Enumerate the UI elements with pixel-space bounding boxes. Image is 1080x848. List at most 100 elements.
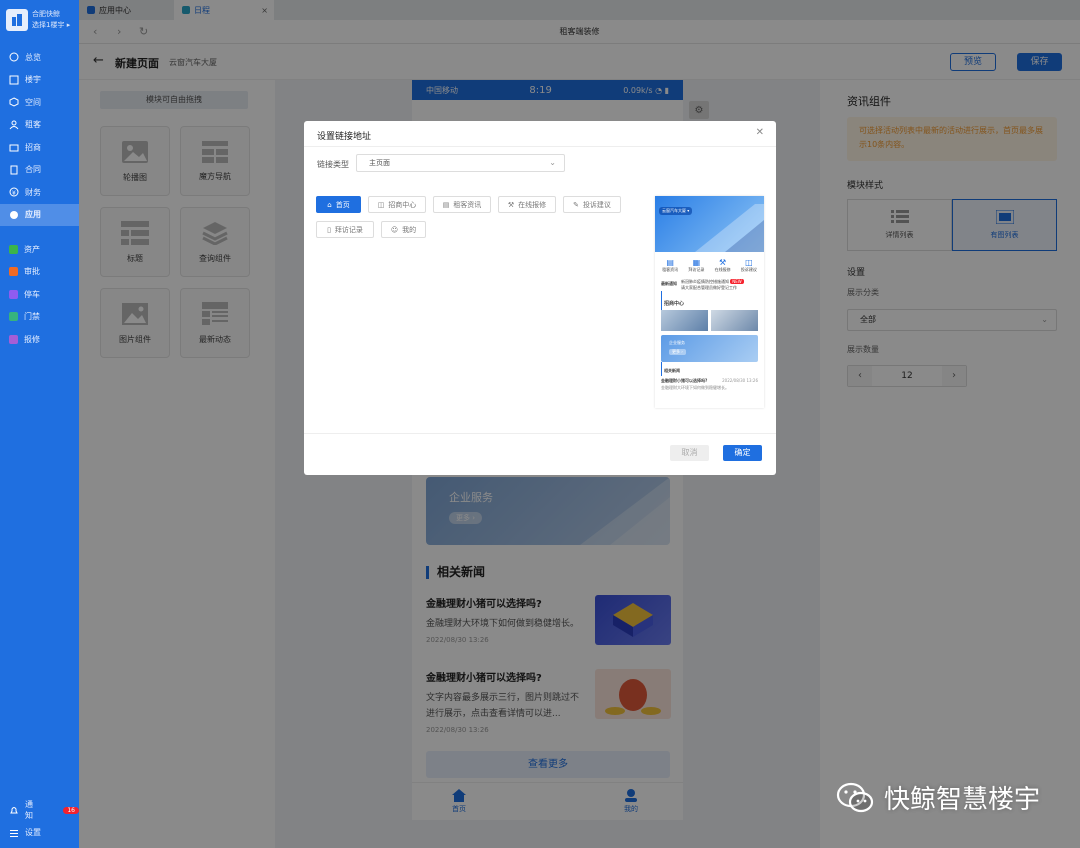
wrench-icon: ⚒ <box>507 200 515 209</box>
sidebar-settings[interactable]: 设置 <box>0 822 79 845</box>
close-icon[interactable]: ✕ <box>756 127 764 138</box>
sidebar-item-label: 审批 <box>24 267 40 277</box>
link-type-select[interactable]: 主页面 ⌄ <box>356 154 565 172</box>
parking-app-icon <box>9 289 18 299</box>
option-label: 我的 <box>402 225 417 234</box>
cube-icon <box>9 97 19 107</box>
sidebar-item-building[interactable]: 楼宇 <box>0 69 79 92</box>
divider <box>304 146 776 147</box>
preview-card-image <box>711 310 758 331</box>
link-option-visit[interactable]: ▯ 拜访记录 <box>316 221 374 238</box>
sidebar-item-label: 空间 <box>25 97 41 107</box>
sidebar-item-label: 合同 <box>25 165 41 175</box>
link-option-home[interactable]: ⌂ 首页 <box>316 196 361 213</box>
watermark: 快鲸智慧楼宇 <box>836 779 1040 816</box>
sidebar-item-label: 报修 <box>24 334 40 344</box>
repair-app-icon <box>9 334 18 344</box>
option-label: 投诉建议 <box>582 200 611 209</box>
preview-recruit-cards <box>655 310 764 331</box>
sidebar-item-finance[interactable]: ¥ 财务 <box>0 181 79 204</box>
visit-icon: ▦ <box>692 258 701 267</box>
watermark-text: 快鲸智慧楼宇 <box>884 785 1041 815</box>
sidebar-app-approval[interactable]: 审批 <box>0 261 79 284</box>
shortcut-label: 在线报修 <box>714 267 731 272</box>
assets-app-icon <box>9 244 18 254</box>
sidebar-item-contract[interactable]: 合同 <box>0 159 79 182</box>
home-icon: ⌂ <box>327 200 332 209</box>
link-settings-dialog: 设置链接地址 ✕ 链接类型 主页面 ⌄ ⌂ 首页 ◫ 招商中心 ▤ 租客资讯 ⚒ 在线报修… <box>304 121 776 475</box>
shortcut-label: 投诉建议 <box>740 267 757 272</box>
sidebar-item-label: 门禁 <box>24 312 40 322</box>
company-switcher[interactable]: 合肥快鲸 选择1楼宇 ▸ <box>0 0 79 40</box>
sidebar-item-space[interactable]: 空间 <box>0 91 79 114</box>
wechat-icon <box>836 782 874 812</box>
new-tag: NEW <box>730 279 744 284</box>
user-icon: ☺ <box>390 225 399 234</box>
sidebar-item-overview[interactable]: 总览 <box>0 46 79 69</box>
preview-card-image <box>661 310 708 331</box>
svg-text:¥: ¥ <box>12 190 16 197</box>
company-name: 合肥快鲸 <box>32 10 60 18</box>
link-option-repair[interactable]: ⚒ 在线报修 <box>498 196 556 213</box>
option-label: 租客资讯 <box>453 200 482 209</box>
link-option-recruit[interactable]: ◫ 招商中心 <box>368 196 426 213</box>
sidebar-app-access[interactable]: 门禁 <box>0 306 79 329</box>
dialog-title: 设置链接地址 <box>317 132 372 142</box>
building-icon <box>9 75 19 85</box>
apps-icon <box>9 210 19 220</box>
building-select: 选择1楼宇 ▸ <box>32 21 71 29</box>
sidebar-app-assets[interactable]: 资产 <box>0 238 79 261</box>
money-icon: ¥ <box>9 187 19 197</box>
notice-line: 新冠肺炎疫情防控措施通知 <box>681 279 729 284</box>
sidebar-app-parking[interactable]: 停车 <box>0 283 79 306</box>
preview-shortcut: ⚒ 在线报修 <box>715 258 731 273</box>
news-icon: ▤ <box>442 200 450 209</box>
shortcut-label: 租客资讯 <box>662 267 679 272</box>
sidebar-bottom: 通知 16 设置 <box>0 799 79 848</box>
visit-icon: ▯ <box>327 225 331 234</box>
link-type-value: 主页面 <box>369 159 390 167</box>
sidebar-app-repair[interactable]: 报修 <box>0 328 79 351</box>
sidebar-item-apps[interactable]: 应用 <box>0 203 79 226</box>
preview-notice: 最新通知 新冠肺炎疫情防控措施通知 NEW 请大家配合管理员做好登记工作 <box>655 273 764 291</box>
sidebar-notify[interactable]: 通知 16 <box>0 799 79 822</box>
sidebar-item-label: 招商 <box>25 142 41 152</box>
confirm-button[interactable]: 确定 <box>723 445 762 461</box>
cancel-button[interactable]: 取消 <box>670 445 709 461</box>
recruit-icon: ◫ <box>377 200 385 209</box>
notify-badge: 16 <box>63 806 79 814</box>
wrench-icon: ⚒ <box>719 258 727 267</box>
sidebar-item-label: 通知 <box>25 800 33 821</box>
shortcut-label: 拜访记录 <box>688 267 705 272</box>
sidebar-item-label: 财务 <box>25 187 41 197</box>
link-option-complaint[interactable]: ✎ 投诉建议 <box>563 196 621 213</box>
link-option-mine[interactable]: ☺ 我的 <box>381 221 426 238</box>
link-option-news[interactable]: ▤ 租客资讯 <box>433 196 491 213</box>
enterprise-title: 企业服务 <box>669 340 685 345</box>
preview-banner: 云窗汽车大厦 ▾ <box>655 196 764 252</box>
divider <box>304 433 776 434</box>
notice-line: 请大家配合管理员做好登记工作 <box>681 285 737 290</box>
bell-icon <box>9 805 19 815</box>
news-icon: ▤ <box>666 258 674 267</box>
sidebar-item-leasing[interactable]: 招商 <box>0 136 79 159</box>
approval-app-icon <box>9 267 18 277</box>
complaint-icon: ◫ <box>745 258 753 267</box>
enterprise-more: 更多 › <box>669 349 686 355</box>
building-graphic <box>695 204 764 252</box>
dashboard-icon <box>9 52 19 62</box>
sidebar-item-label: 设置 <box>25 828 41 838</box>
sidebar: 合肥快鲸 选择1楼宇 ▸ 总览 楼宇 空间 租客 招商 合同 ¥ 财务 应用 资产… <box>0 0 79 848</box>
sidebar-item-label: 总览 <box>25 52 41 62</box>
preview-shortcuts: ▤ 租客资讯 ▦ 拜访记录 ⚒ 在线报修 ◫ 投诉建议 <box>655 252 764 273</box>
users-icon <box>9 120 19 130</box>
preview-news-desc: 金融理财大环境下如何做到稳健增长。 <box>661 385 729 390</box>
preview-shortcut: ◫ 投诉建议 <box>741 258 757 273</box>
preview-shortcut: ▦ 拜访记录 <box>688 258 704 273</box>
option-label: 首页 <box>335 200 350 209</box>
app-root: 合肥快鲸 选择1楼宇 ▸ 总览 楼宇 空间 租客 招商 合同 ¥ 财务 应用 资产… <box>0 0 1080 848</box>
preview-shortcut: ▤ 租客资讯 <box>662 258 678 273</box>
sidebar-item-label: 资产 <box>24 244 40 254</box>
sidebar-item-tenant[interactable]: 租客 <box>0 114 79 137</box>
preview-news-date: 2022/08/30 13:26 <box>722 378 758 383</box>
